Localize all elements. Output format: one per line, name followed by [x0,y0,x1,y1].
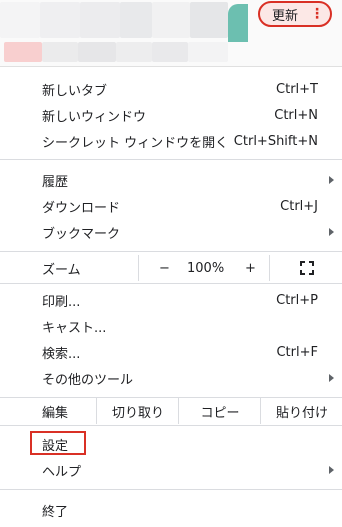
update-label: 更新 [272,8,299,24]
menu-item-shortcut: Ctrl+Shift+N [233,133,318,149]
blurred-region [80,2,120,38]
submenu-arrow-icon [329,228,334,236]
menu-item-label: ブックマーク [42,226,121,242]
menu-item-bookmarks[interactable]: ブックマーク [0,219,342,245]
menu-item-find[interactable]: 検索... Ctrl+F [0,339,342,365]
menu-item-label: 履歴 [42,174,69,190]
menu-item-label: 新しいウィンドウ [42,109,147,125]
menu-item-label: 設定 [42,438,69,454]
copy-button[interactable]: コピー [178,398,261,424]
menu-item-downloads[interactable]: ダウンロード Ctrl+J [0,193,342,219]
menu-item-label: シークレット ウィンドウを開く [42,135,229,151]
menu-item-exit[interactable]: 終了 [0,497,342,523]
menu-item-print[interactable]: 印刷... Ctrl+P [0,287,342,313]
menu-item-label: ダウンロード [42,200,121,216]
menu-item-label: ヘルプ [42,464,82,480]
copy-label: コピー [200,405,240,421]
blurred-region [190,2,228,38]
blurred-region [120,2,152,38]
fullscreen-icon[interactable] [300,261,314,275]
blurred-region [188,42,228,62]
menu-divider [0,425,342,426]
blurred-region [4,42,42,62]
menu-item-label: 検索... [42,346,81,362]
zoom-label: ズーム [42,262,81,278]
blurred-region [0,2,40,38]
menu-item-more-tools[interactable]: その他のツール [0,365,342,391]
menu-item-zoom: ズーム − 100% + [0,255,342,281]
more-vert-icon[interactable]: ⋮ [310,6,324,22]
paste-label: 貼り付け [275,405,328,421]
menu-item-shortcut: Ctrl+P [276,292,318,308]
update-button[interactable]: 更新 ⋮ [258,1,332,27]
blurred-region [42,42,78,62]
menu-item-label: 新しいタブ [42,83,108,99]
browser-top-strip: 更新 ⋮ [0,0,342,66]
blurred-region [78,42,116,62]
menu-item-shortcut: Ctrl+F [276,344,318,360]
cut-button[interactable]: 切り取り [96,398,179,424]
menu-divider [0,251,342,252]
menu-item-label: キャスト... [42,320,107,336]
edit-label: 編集 [42,405,69,421]
menu-item-edit: 編集 切り取り コピー 貼り付け [0,398,342,424]
chrome-menu: 新しいタブ Ctrl+T 新しいウィンドウ Ctrl+N シークレット ウィンド… [0,66,342,527]
menu-divider [0,283,342,284]
menu-item-label: 印刷... [42,294,81,310]
submenu-arrow-icon [329,176,334,184]
menu-item-shortcut: Ctrl+N [274,107,318,123]
menu-item-settings[interactable]: 設定 [0,431,342,457]
menu-divider [0,489,342,490]
menu-item-new-tab[interactable]: 新しいタブ Ctrl+T [0,76,342,102]
menu-item-incognito[interactable]: シークレット ウィンドウを開く Ctrl+Shift+N [0,128,342,154]
blurred-region [152,42,188,62]
paste-button[interactable]: 貼り付け [260,398,342,424]
blurred-region [116,42,152,62]
menu-item-new-window[interactable]: 新しいウィンドウ Ctrl+N [0,102,342,128]
menu-item-label: 終了 [42,504,69,520]
zoom-controls: − 100% + [138,255,270,281]
submenu-arrow-icon [329,374,334,382]
blurred-region [40,2,80,38]
menu-item-shortcut: Ctrl+J [280,198,318,214]
menu-item-shortcut: Ctrl+T [276,81,318,97]
cut-label: 切り取り [111,405,164,421]
profile-avatar[interactable] [228,4,248,42]
menu-item-help[interactable]: ヘルプ [0,457,342,483]
zoom-level: 100% [187,260,225,276]
blurred-region [152,2,190,38]
menu-item-label: その他のツール [42,372,134,388]
menu-item-history[interactable]: 履歴 [0,167,342,193]
menu-item-cast[interactable]: キャスト... [0,313,342,339]
submenu-arrow-icon [329,466,334,474]
menu-divider [0,159,342,160]
zoom-out-button[interactable]: − [159,261,170,276]
zoom-in-button[interactable]: + [245,261,256,276]
